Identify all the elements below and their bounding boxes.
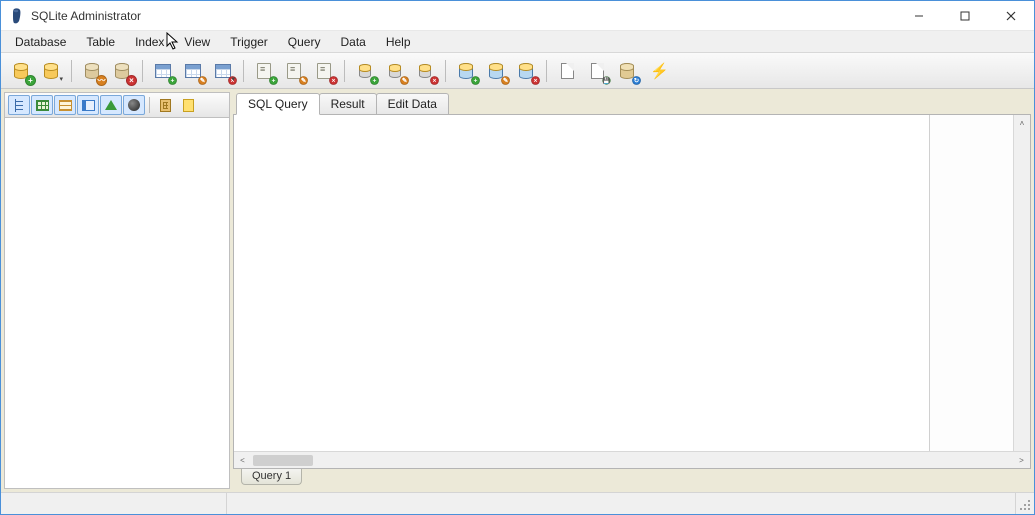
menu-help[interactable]: Help: [376, 33, 421, 51]
drop-table-button[interactable]: ×: [209, 57, 237, 85]
note-icon: [183, 99, 194, 112]
tab-result[interactable]: Result: [319, 93, 377, 114]
scroll-up-icon[interactable]: ˄: [1014, 115, 1030, 132]
system-icon: [128, 99, 140, 111]
export-button[interactable]: [553, 57, 581, 85]
edit-query-button[interactable]: ✎: [280, 57, 308, 85]
bottom-tabstrip: Query 1: [233, 469, 1031, 489]
titlebar: SQLite Administrator: [1, 1, 1034, 31]
top-tabstrip: SQL Query Result Edit Data: [233, 92, 1031, 114]
execute-button[interactable]: [643, 57, 671, 85]
object-tree[interactable]: [4, 118, 230, 489]
editor-container: ˄ ˂ ˃: [233, 114, 1031, 469]
notes-view-button[interactable]: [177, 95, 199, 115]
drop-index-button[interactable]: ×: [411, 57, 439, 85]
side-toolbar: [4, 92, 230, 118]
new-database-button[interactable]: +: [7, 57, 35, 85]
scroll-right-icon[interactable]: ˃: [1013, 452, 1030, 469]
menu-query[interactable]: Query: [278, 33, 331, 51]
right-panel: SQL Query Result Edit Data ˄ ˂ ˃: [233, 92, 1031, 489]
menu-table[interactable]: Table: [76, 33, 125, 51]
edit-view-button[interactable]: ✎: [482, 57, 510, 85]
menu-data[interactable]: Data: [330, 33, 375, 51]
rows-view-button[interactable]: [54, 95, 76, 115]
save-sql-button[interactable]: 💾: [583, 57, 611, 85]
scroll-left-icon[interactable]: ˂: [234, 452, 251, 469]
horizontal-scrollbar[interactable]: ˂ ˃: [234, 451, 1030, 468]
new-index-button[interactable]: +: [351, 57, 379, 85]
menubar: Database Table Index View Trigger Query …: [1, 31, 1034, 53]
new-query-button[interactable]: +: [250, 57, 278, 85]
main-toolbar: + 〰 × + ✎ × + ✎ × + ✎ × + ✎ × 💾 ↻: [1, 53, 1034, 89]
menu-index[interactable]: Index: [125, 33, 174, 51]
resize-grip[interactable]: [1016, 493, 1034, 514]
menu-view[interactable]: View: [174, 33, 220, 51]
tree-icon: [13, 99, 26, 112]
rows-icon: [59, 100, 72, 111]
statusbar: [1, 492, 1034, 514]
tree-view-button[interactable]: [8, 95, 30, 115]
building-icon: [160, 99, 171, 112]
minimize-button[interactable]: [896, 1, 942, 31]
tab-edit-data[interactable]: Edit Data: [376, 93, 449, 114]
system-view-button[interactable]: [123, 95, 145, 115]
menu-database[interactable]: Database: [5, 33, 76, 51]
edit-table-button[interactable]: ✎: [179, 57, 207, 85]
status-cell-1: [1, 493, 227, 514]
maximize-button[interactable]: [942, 1, 988, 31]
scroll-thumb[interactable]: [253, 455, 313, 466]
sql-editor[interactable]: [234, 115, 930, 451]
grid-view-button[interactable]: [31, 95, 53, 115]
refresh-button[interactable]: ↻: [613, 57, 641, 85]
open-database-button[interactable]: [37, 57, 65, 85]
tab-query-1[interactable]: Query 1: [241, 469, 302, 485]
edit-index-button[interactable]: ✎: [381, 57, 409, 85]
form-icon: [82, 100, 95, 111]
status-cell-2: [227, 493, 1016, 514]
new-view-button[interactable]: +: [452, 57, 480, 85]
menu-trigger[interactable]: Trigger: [220, 33, 278, 51]
vertical-scrollbar[interactable]: ˄: [1013, 115, 1030, 451]
trigger-icon: [105, 100, 117, 110]
close-database-button[interactable]: ×: [108, 57, 136, 85]
close-button[interactable]: [988, 1, 1034, 31]
drop-view-button[interactable]: ×: [512, 57, 540, 85]
window-title: SQLite Administrator: [31, 9, 141, 23]
attach-database-button[interactable]: 〰: [78, 57, 106, 85]
body-area: SQL Query Result Edit Data ˄ ˂ ˃: [1, 89, 1034, 492]
objects-view-button[interactable]: [154, 95, 176, 115]
left-panel: [4, 92, 230, 489]
app-icon: [9, 8, 25, 24]
form-view-button[interactable]: [77, 95, 99, 115]
new-table-button[interactable]: +: [149, 57, 177, 85]
tab-sql-query[interactable]: SQL Query: [236, 93, 320, 115]
drop-query-button[interactable]: ×: [310, 57, 338, 85]
editor-side-panel: ˄: [930, 115, 1030, 451]
triggers-view-button[interactable]: [100, 95, 122, 115]
grid-icon: [36, 100, 49, 111]
